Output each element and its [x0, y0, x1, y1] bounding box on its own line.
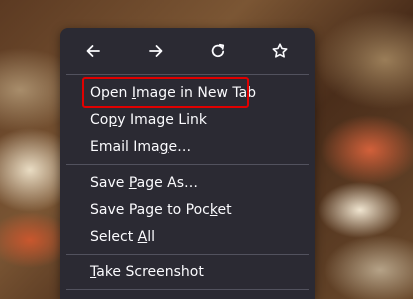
menu-separator: [66, 74, 309, 75]
arrow-right-icon: [149, 45, 163, 57]
menu-item-label: y Image Link: [117, 112, 207, 128]
star-icon: [272, 43, 288, 58]
arrow-left-icon: [86, 45, 100, 57]
context-menu: Open Image in New Tab Copy Image Link Em…: [60, 28, 315, 299]
menu-separator: [66, 289, 309, 290]
back-button[interactable]: [79, 38, 107, 64]
menu-item-label: Select: [90, 229, 138, 245]
menu-item-label: e…: [168, 139, 192, 155]
access-key: g: [159, 139, 169, 155]
menu-item-label: age As…: [136, 175, 199, 191]
menu-separator: [66, 164, 309, 165]
bookmark-button[interactable]: [266, 38, 294, 64]
reload-icon: [211, 43, 225, 58]
menu-item-label: et: [217, 202, 232, 218]
menu-item-label: Save Page to Poc: [90, 202, 210, 218]
menu-item-save-page-to-pocket[interactable]: Save Page to Pocket: [66, 197, 309, 223]
access-key: p: [108, 112, 118, 128]
menu-item-label: ll: [147, 229, 155, 245]
menu-item-take-screenshot[interactable]: Take Screenshot: [66, 259, 309, 285]
menu-item-label: Save: [90, 175, 129, 191]
menu-item-label: Co: [90, 112, 109, 128]
menu-item-copy-image-link[interactable]: Copy Image Link: [66, 107, 309, 133]
menu-separator: [66, 254, 309, 255]
menu-item-email-image[interactable]: Email Image…: [66, 134, 309, 160]
navigation-row: [60, 28, 315, 73]
highlight-box: [82, 77, 249, 108]
access-key: A: [137, 229, 148, 245]
menu-item-select-all[interactable]: Select All: [66, 224, 309, 250]
access-key: P: [128, 175, 137, 191]
menu-item-label: Email Ima: [90, 139, 160, 155]
menu-item-label: ake Screenshot: [96, 264, 204, 280]
forward-button[interactable]: [142, 38, 170, 64]
menu-item-save-page-as[interactable]: Save Page As…: [66, 170, 309, 196]
reload-button[interactable]: [204, 38, 232, 64]
